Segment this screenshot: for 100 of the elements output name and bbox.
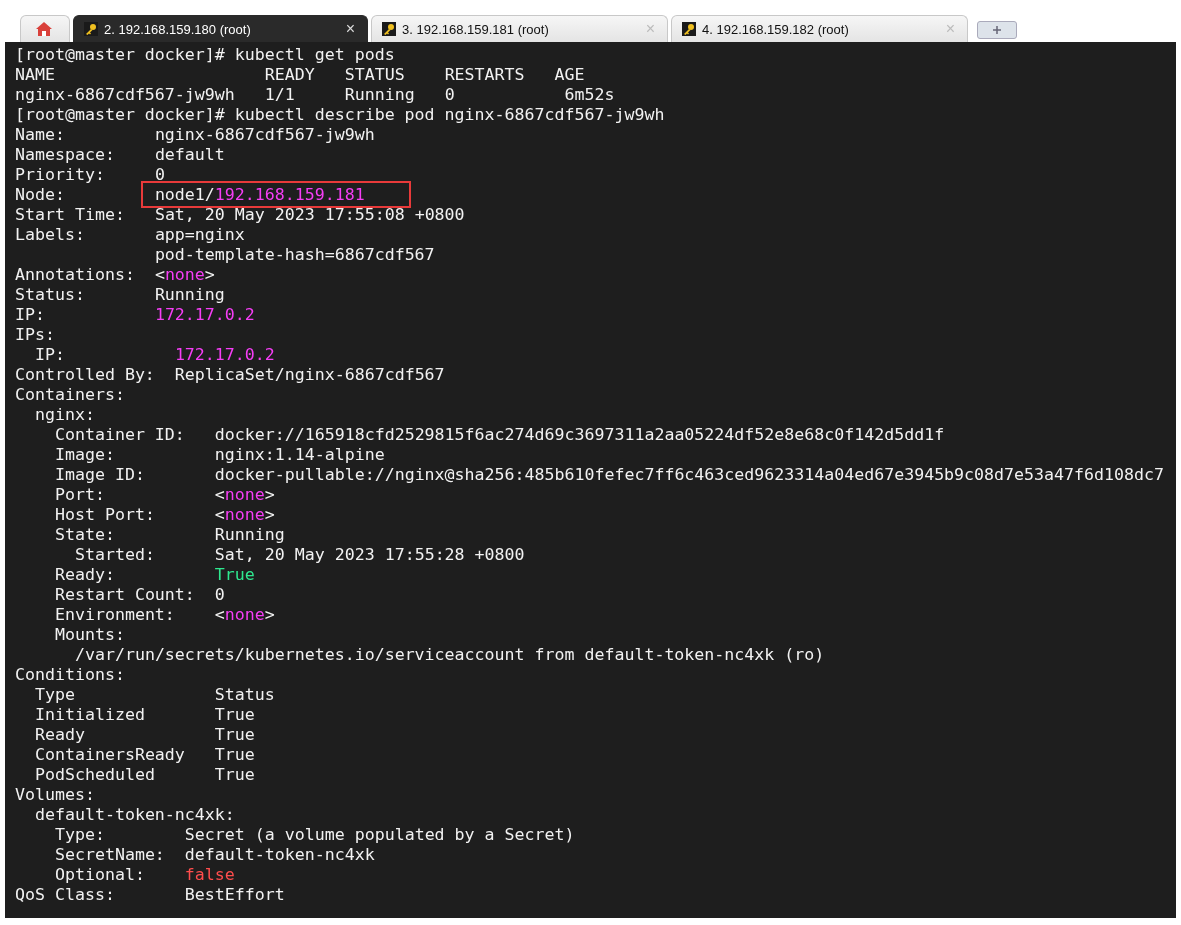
terminal-text: Host Port: (54, 505, 155, 524)
tab-label: 4. 192.168.159.182 (root) (702, 21, 850, 37)
terminal-text: IP: (35, 345, 65, 364)
terminal-text: ContainersReady (35, 745, 185, 764)
terminal-text: 0 (214, 585, 225, 604)
terminal-text: docker://165918cfd2529815f6ac274d69c3697311a2aa05224df52e8e68c0f142d5dd1f (214, 425, 945, 444)
terminal-text: True (214, 725, 255, 744)
terminal-text: default-token-nc4xk (184, 845, 375, 864)
terminal-text: Ready (35, 725, 85, 744)
terminal-text: [root@master docker]# kubectl describe pod nginx-6867cdf567-jw9wh (15, 105, 665, 124)
terminal-text: Volumes: (15, 785, 95, 804)
terminal-text: none (224, 485, 265, 504)
terminal-text: > (264, 505, 275, 524)
terminal-text: RESTARTS (444, 65, 525, 84)
close-icon[interactable]: × (345, 20, 355, 38)
terminal-text: Annotations: (15, 265, 135, 284)
terminal-text: STATUS (344, 65, 405, 84)
terminal-text: 0 (154, 165, 165, 184)
terminal-text: Labels: (15, 225, 85, 244)
terminal-text: IP: (15, 305, 45, 324)
terminal-text: Name: (15, 125, 65, 144)
new-tab-button[interactable] (977, 21, 1017, 39)
tab-label: 2. 192.168.159.180 (root) (104, 21, 252, 37)
terminal-text: Environment: (54, 605, 175, 624)
terminal-text: Type (35, 685, 75, 704)
terminal-text: Running (344, 85, 415, 104)
terminal-text: Sat, 20 May 2023 17:55:28 +0800 (214, 545, 525, 564)
terminal-text: Namespace: (15, 145, 115, 164)
terminal-text: Containers: (15, 385, 125, 404)
home-tab[interactable] (20, 15, 70, 42)
key-icon (682, 22, 696, 36)
terminal-text: Type: (54, 825, 105, 844)
terminal-text: 1/1 (264, 85, 295, 104)
home-icon (35, 21, 53, 37)
terminal-text: none (164, 265, 205, 284)
key-icon (84, 22, 98, 36)
terminal-text: READY (264, 65, 315, 84)
terminal-text: Image: (54, 445, 115, 464)
terminal-text: < (214, 505, 225, 524)
terminal-text: PodScheduled (35, 765, 155, 784)
terminal-text: Ready: (54, 565, 115, 584)
terminal-text: Container ID: (54, 425, 185, 444)
terminal-text: BestEffort (184, 885, 285, 904)
terminal-text: docker-pullable://nginx@sha256:485b610fefec7ff6c463ced9623314a04ed67e3945b9c08d7e53a47f6d108dc7 (214, 465, 1164, 484)
terminal-text: Start Time: (15, 205, 125, 224)
terminal-text: > (264, 605, 275, 624)
session-tab[interactable]: 2. 192.168.159.180 (root) × (73, 15, 368, 42)
terminal-text: app=nginx (154, 225, 245, 244)
terminal-text: Controlled By: (15, 365, 155, 384)
terminal-text: < (214, 485, 225, 504)
terminal-text: nginx-6867cdf567-jw9wh (15, 85, 235, 104)
terminal-text: Port: (54, 485, 105, 504)
terminal-text: [root@master docker]# kubectl get pods (15, 45, 395, 64)
terminal-text: True (214, 765, 255, 784)
tab-label: 3. 192.168.159.181 (root) (402, 21, 550, 37)
terminal-text: default-token-nc4xk: (35, 805, 235, 824)
terminal-text: Status (214, 685, 275, 704)
terminal-text: NAME (15, 65, 55, 84)
terminal-text: nginx:1.14-alpine (214, 445, 385, 464)
terminal-text: 172.17.0.2 (174, 345, 275, 364)
terminal-text: 6m52s (564, 85, 615, 104)
terminal-text: AGE (554, 65, 585, 84)
terminal-text: none (224, 505, 265, 524)
terminal-text: default (154, 145, 225, 164)
terminal-text: Priority: (15, 165, 105, 184)
terminal-text: nginx-6867cdf567-jw9wh (154, 125, 375, 144)
terminal-text: Image ID: (54, 465, 145, 484)
terminal-text: SecretName: (54, 845, 165, 864)
terminal-text: True (214, 745, 255, 764)
terminal-text: Sat, 20 May 2023 17:55:08 +0800 (154, 205, 465, 224)
session-tab[interactable]: 3. 192.168.159.181 (root) × (371, 15, 668, 42)
terminal-text: 192.168.159.181 (214, 185, 365, 204)
terminal-text: > (204, 265, 215, 284)
terminal-text: > (264, 485, 275, 504)
terminal-text: 0 (444, 85, 455, 104)
terminal-text: True (214, 565, 255, 584)
terminal-text: Running (214, 525, 285, 544)
terminal-text: IPs: (15, 325, 55, 344)
plus-icon (993, 26, 1001, 34)
terminal-text: none (224, 605, 265, 624)
terminal-text: nginx: (35, 405, 95, 424)
terminal-text: < (154, 265, 165, 284)
terminal-text: Secret (a volume populated by a Secret) (184, 825, 575, 844)
terminal-text: pod-template-hash=6867cdf567 (154, 245, 435, 264)
session-tab[interactable]: 4. 192.168.159.182 (root) × (671, 15, 968, 42)
terminal-text: QoS Class: (15, 885, 115, 904)
terminal-text: Status: (15, 285, 85, 304)
terminal-text: 172.17.0.2 (154, 305, 255, 324)
terminal-text: True (214, 705, 255, 724)
terminal-text: Node: (15, 185, 65, 204)
terminal-text: /var/run/secrets/kubernetes.io/serviceaccount from default-token-nc4xk (ro) (74, 645, 825, 664)
terminal-text: ReplicaSet/nginx-6867cdf567 (174, 365, 445, 384)
terminal-text: Optional: (54, 865, 145, 884)
terminal-text: Initialized (35, 705, 145, 724)
terminal-text: Conditions: (15, 665, 125, 684)
key-icon (382, 22, 396, 36)
terminal-text: State: (54, 525, 115, 544)
terminal-text: < (214, 605, 225, 624)
terminal-text: Mounts: (54, 625, 125, 644)
terminal-text: Restart Count: (54, 585, 195, 604)
